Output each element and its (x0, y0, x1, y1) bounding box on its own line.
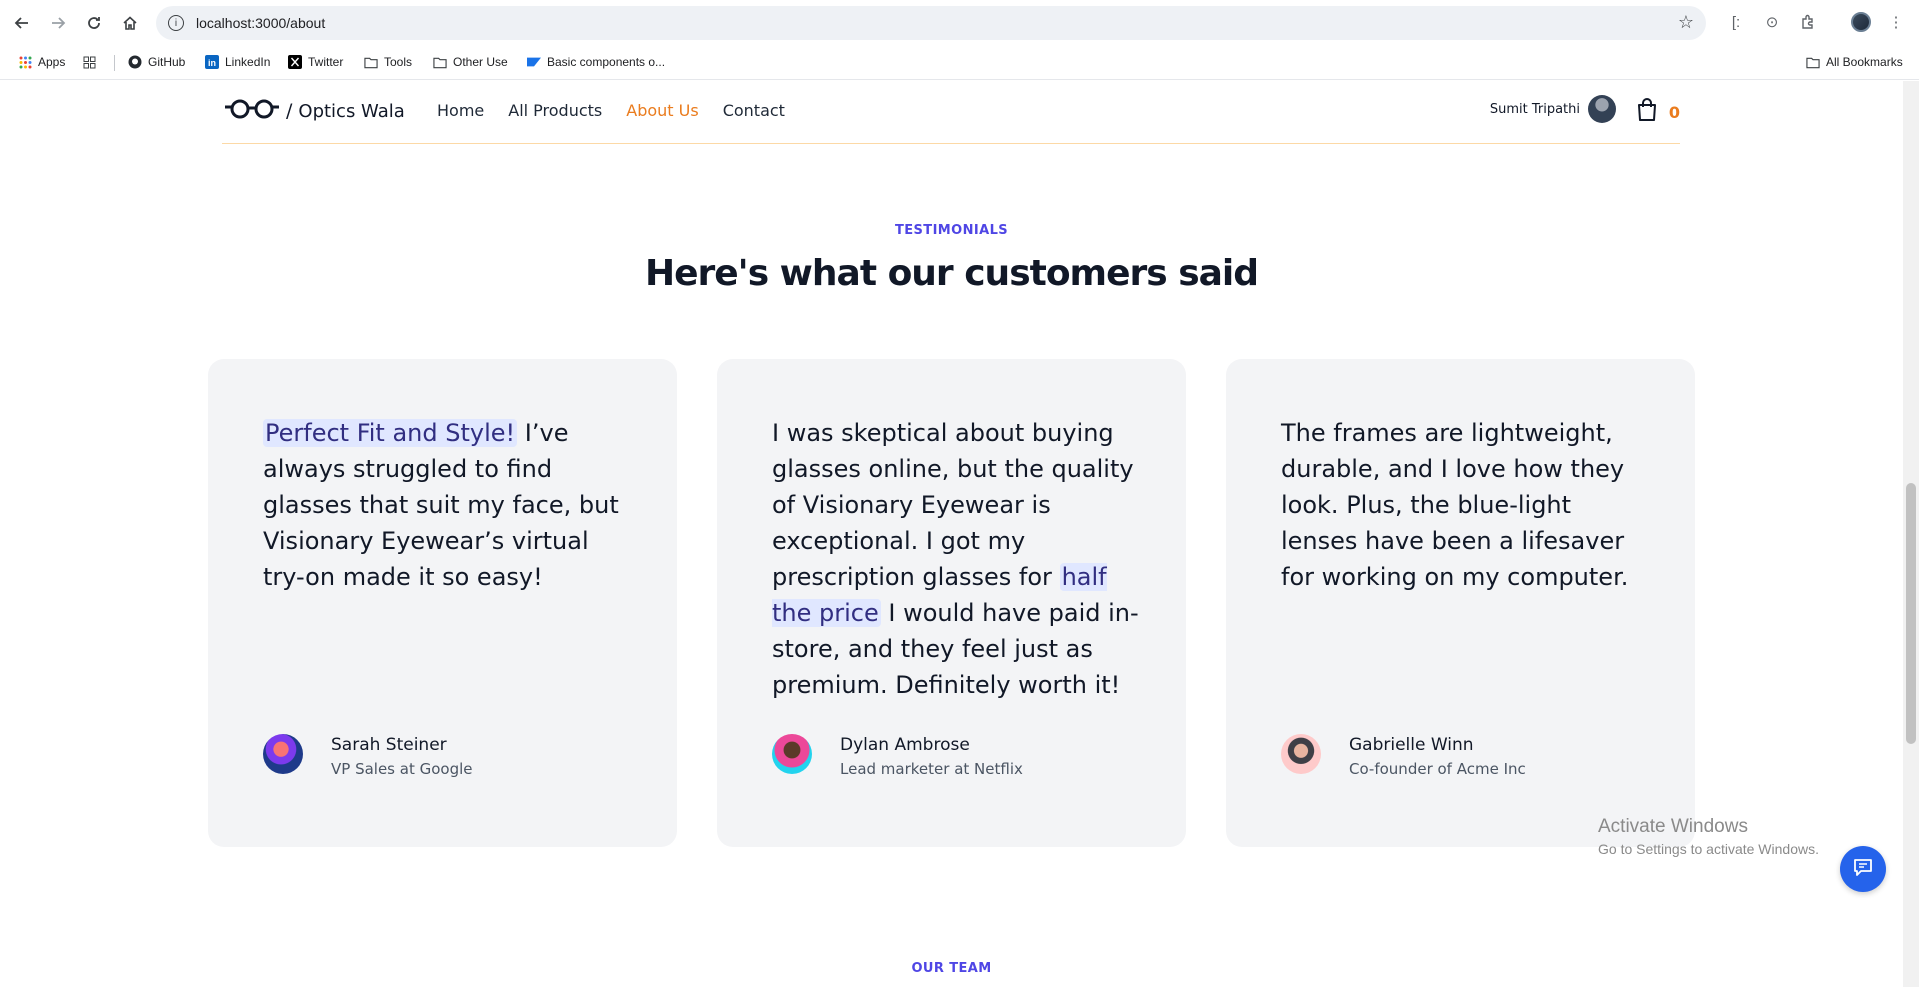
bookmark-label: LinkedIn (225, 55, 271, 69)
folder-icon (1806, 55, 1820, 69)
sap-icon (527, 55, 541, 69)
brand-separator: / (286, 100, 293, 122)
author-role: Lead marketer at Netflix (840, 760, 1023, 778)
bookmark-label: All Bookmarks (1826, 55, 1903, 69)
team-tag: OUR TEAM (911, 961, 992, 976)
apps-grid-icon (18, 55, 32, 69)
bookmark-twitter[interactable]: Twitter (288, 53, 343, 71)
chat-icon (1852, 856, 1874, 882)
nav-all-products[interactable]: All Products (508, 101, 602, 120)
testimonials-title: Here's what our customers said (644, 253, 1259, 294)
author-role: VP Sales at Google (331, 760, 473, 778)
testimonial-author: Gabrielle Winn Co-founder of Acme Inc (1281, 734, 1526, 782)
user-name: Sumit Tripathi (1489, 101, 1580, 117)
profile-avatar[interactable] (1851, 12, 1871, 32)
reload-icon[interactable] (80, 9, 108, 37)
bookmark-label: Apps (38, 55, 66, 69)
brand-name: Optics Wala (298, 100, 405, 122)
windows-activation-watermark: Activate Windows Go to Settings to activ… (1598, 815, 1819, 859)
testimonial-author: Dylan Ambrose Lead marketer at Netflix (772, 734, 1023, 782)
x-twitter-icon (288, 55, 302, 69)
author-role: Co-founder of Acme Inc (1349, 760, 1526, 778)
bookmark-grid[interactable] (82, 53, 96, 71)
github-icon (128, 55, 142, 69)
quote-highlight: Perfect Fit and Style! (263, 419, 518, 447)
folder-icon (433, 55, 447, 69)
nav-home[interactable]: Home (437, 101, 484, 120)
cart-count: 0 (1668, 102, 1680, 122)
bookmarks-bar: Apps GitHub in LinkedIn Twitter Tools Ot… (0, 45, 1919, 80)
avatar (263, 734, 303, 774)
testimonial-quote: I was skeptical about buying glasses onl… (772, 415, 1142, 703)
grid-icon (82, 55, 96, 69)
bookmark-label: Twitter (308, 55, 344, 69)
bookmark-label: Basic components o... (547, 55, 666, 69)
bookmark-folder-tools[interactable]: Tools (364, 53, 412, 71)
site-header: / Optics Wala Home All Products About Us… (222, 81, 1680, 144)
brand-logo[interactable]: / Optics Wala (224, 98, 405, 124)
bookmark-label: Other Use (453, 55, 508, 69)
linkedin-icon: in (205, 55, 219, 69)
bookmark-github[interactable]: GitHub (128, 53, 185, 71)
main-nav: Home All Products About Us Contact (437, 101, 785, 120)
browser-toolbar: i localhost:3000/about ☆ [: ⊙ ⋮ (0, 0, 1919, 45)
testimonial-author: Sarah Steiner VP Sales at Google (263, 734, 473, 782)
extension-icon[interactable]: [: (1725, 11, 1747, 33)
bookmark-folder-other-use[interactable]: Other Use (433, 53, 508, 71)
avatar (1281, 734, 1321, 774)
all-bookmarks-folder[interactable]: All Bookmarks (1806, 53, 1903, 71)
page-scrollbar[interactable] (1903, 81, 1919, 987)
chat-button[interactable] (1840, 846, 1886, 892)
browser-chrome: i localhost:3000/about ☆ [: ⊙ ⋮ Apps Git… (0, 0, 1919, 80)
cart-button[interactable]: 0 (1637, 98, 1680, 126)
testimonial-card: Perfect Fit and Style! I’ve always strug… (208, 359, 677, 847)
extensions-icon[interactable] (1797, 11, 1819, 33)
star-icon[interactable]: ☆ (1678, 12, 1694, 33)
avatar (772, 734, 812, 774)
bookmarks-divider (114, 55, 115, 71)
svg-text:in: in (208, 58, 216, 68)
back-icon[interactable] (8, 9, 36, 37)
info-icon[interactable]: i (168, 15, 184, 31)
bookmark-basic-components[interactable]: Basic components o... (527, 53, 665, 71)
watermark-title: Activate Windows (1598, 816, 1748, 837)
forward-icon[interactable] (44, 9, 72, 37)
shopping-bag-icon (1637, 98, 1657, 126)
user-menu[interactable]: Sumit Tripathi (1490, 95, 1616, 123)
bookmark-apps[interactable]: Apps (18, 53, 65, 71)
folder-icon (364, 55, 378, 69)
testimonial-quote: Perfect Fit and Style! I’ve always strug… (263, 415, 633, 595)
nav-about-us[interactable]: About Us (626, 101, 698, 120)
testimonials-tag: TESTIMONIALS (894, 223, 1009, 238)
nav-contact[interactable]: Contact (723, 101, 785, 120)
url-text[interactable]: localhost:3000/about (196, 15, 325, 31)
avatar[interactable] (1588, 95, 1616, 123)
extension-icon[interactable]: ⊙ (1761, 11, 1783, 33)
author-name: Dylan Ambrose (840, 735, 970, 755)
home-icon[interactable] (116, 9, 144, 37)
watermark-subtitle: Go to Settings to activate Windows. (1598, 841, 1819, 857)
glasses-logo-icon (224, 98, 280, 124)
author-name: Gabrielle Winn (1349, 735, 1474, 755)
bookmark-label: Tools (384, 55, 413, 69)
menu-icon[interactable]: ⋮ (1885, 11, 1907, 33)
author-name: Sarah Steiner (331, 735, 447, 755)
scrollbar-thumb[interactable] (1906, 483, 1916, 744)
testimonial-card: I was skeptical about buying glasses onl… (717, 359, 1186, 847)
testimonial-quote: The frames are lightweight, durable, and… (1281, 419, 1629, 591)
bookmark-linkedin[interactable]: in LinkedIn (205, 53, 270, 71)
testimonial-card: The frames are lightweight, durable, and… (1226, 359, 1695, 847)
address-bar[interactable]: i localhost:3000/about ☆ (156, 6, 1706, 40)
bookmark-label: GitHub (148, 55, 186, 69)
